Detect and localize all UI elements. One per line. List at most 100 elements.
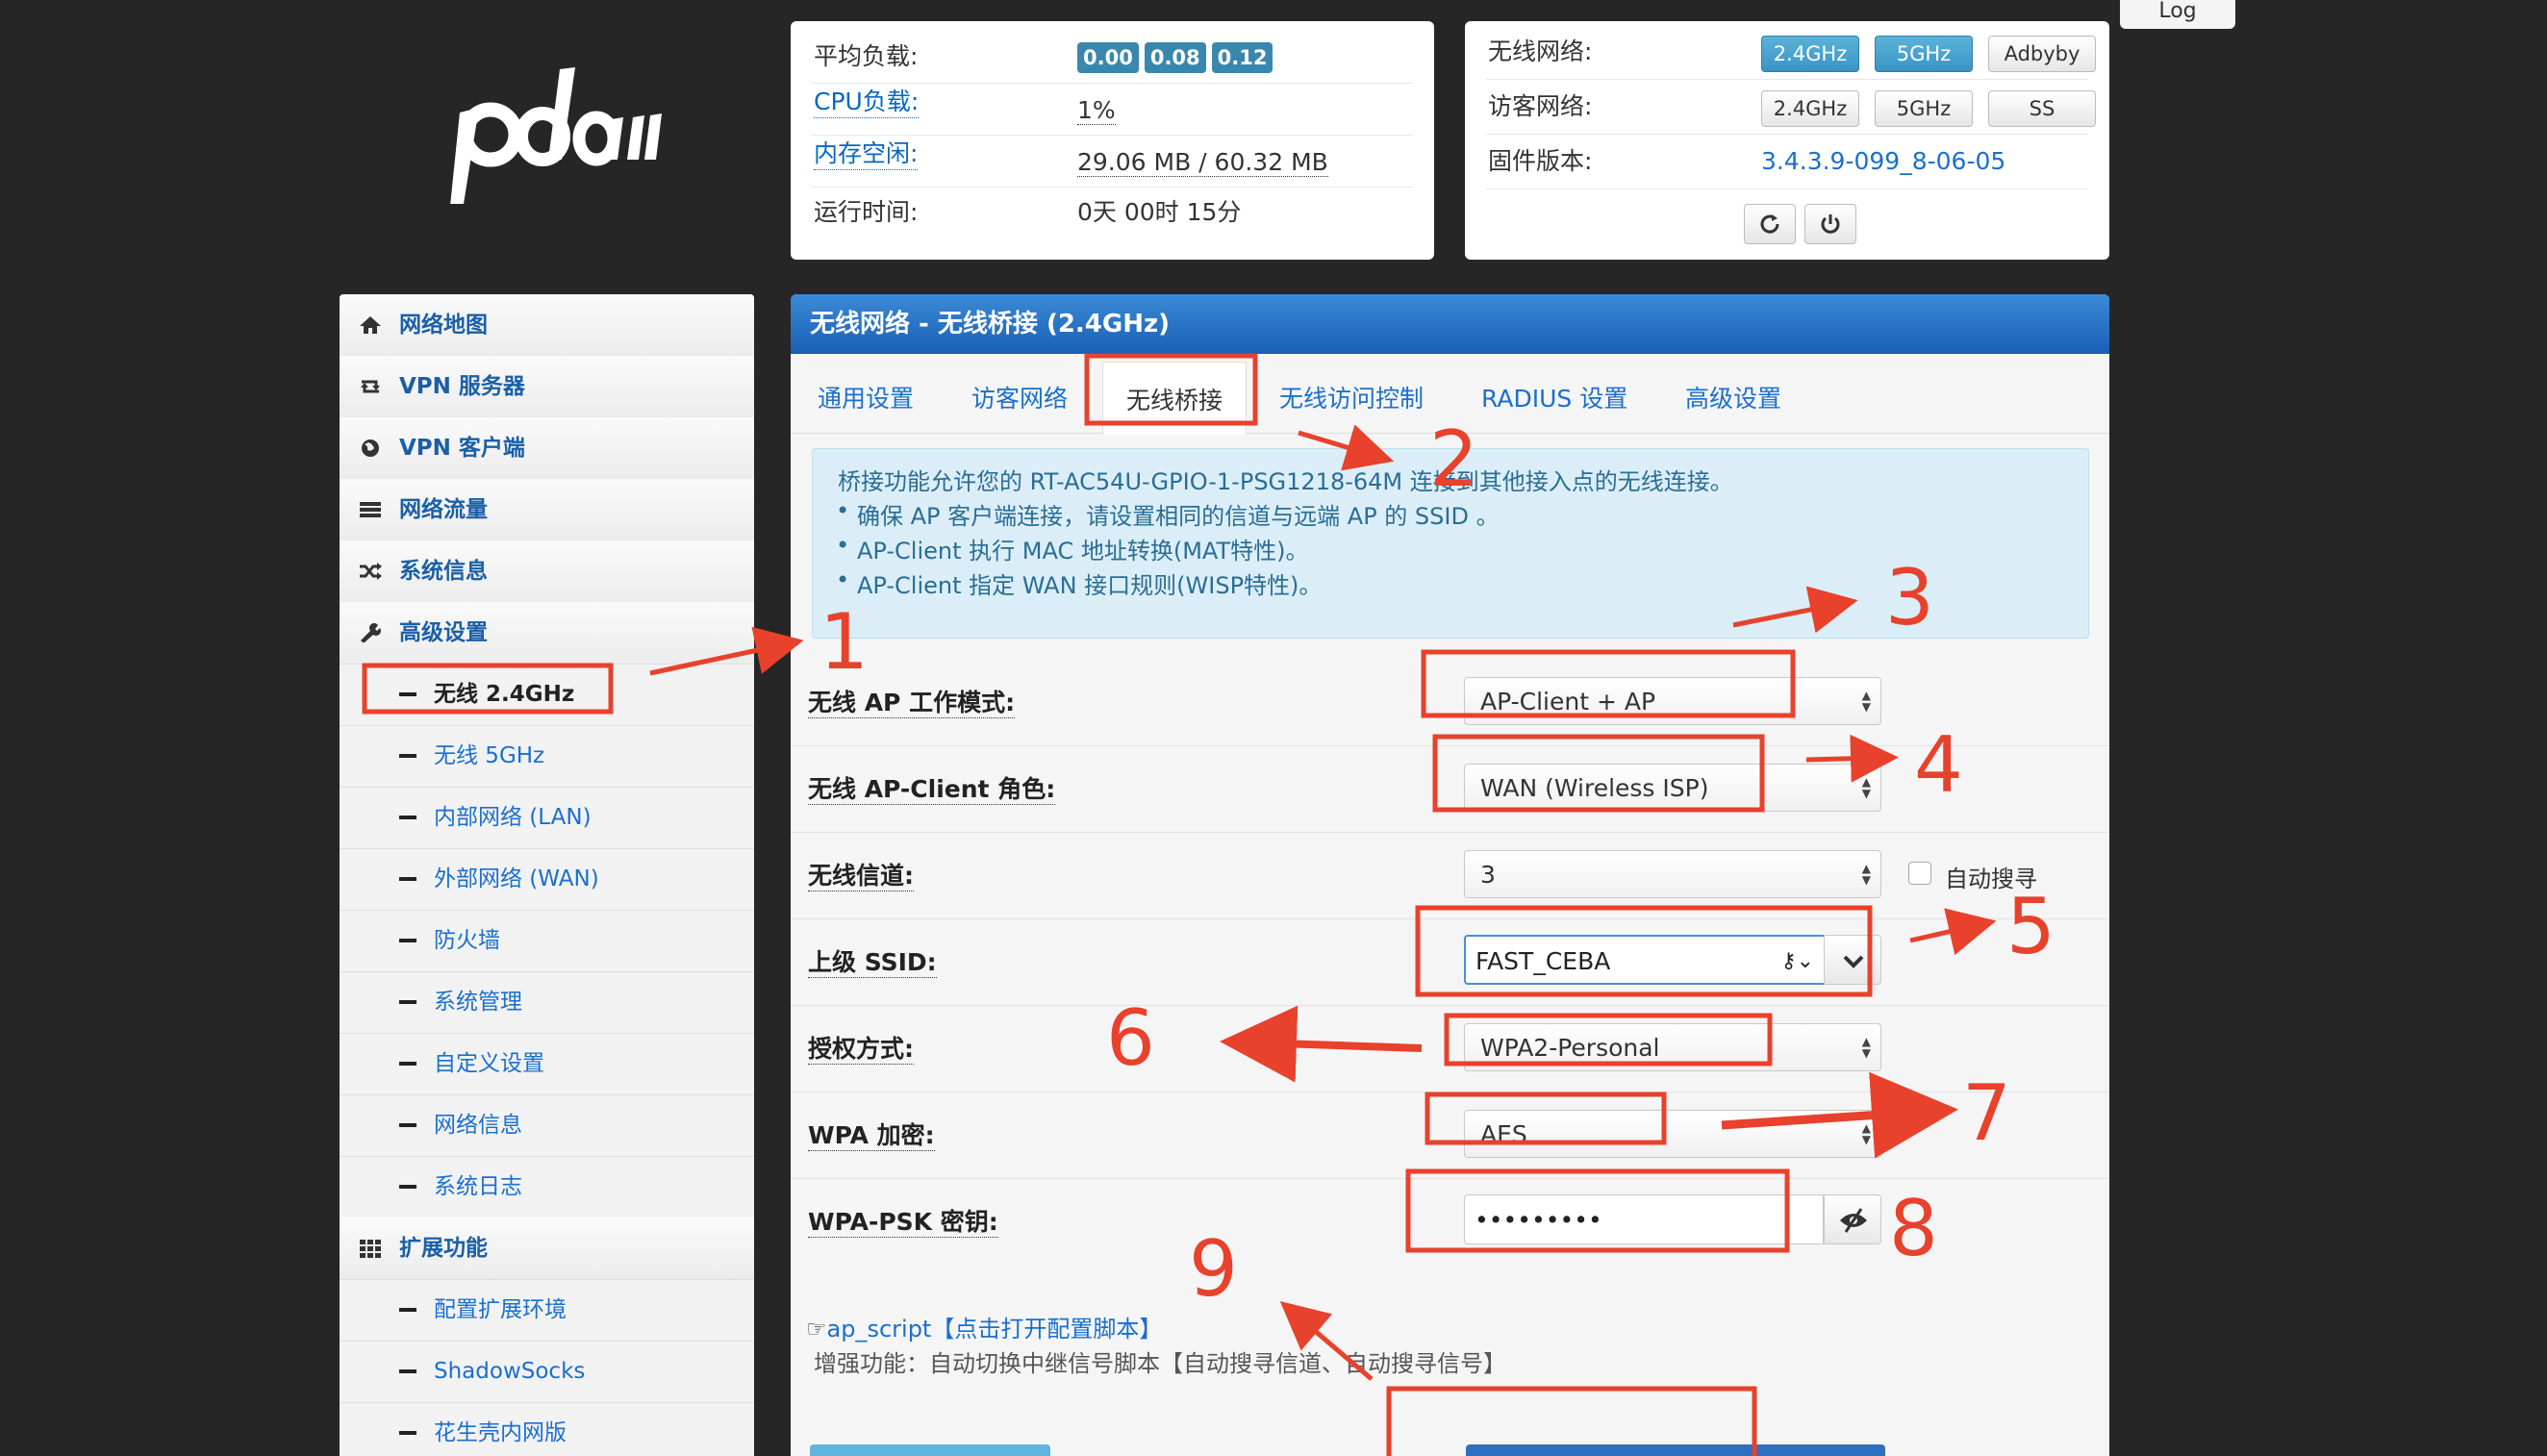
sidebar-item-vpn-server[interactable]: VPN 服务器 xyxy=(340,356,754,418)
retweet-icon xyxy=(361,380,380,393)
shuffle-icon xyxy=(360,563,382,580)
guest-2g-button[interactable]: 2.4GHz xyxy=(1761,90,1859,127)
adbyby-button[interactable]: Adbyby xyxy=(1988,36,2096,72)
auth-select[interactable]: WPA2-Personal ▲ ▼ xyxy=(1464,1023,1881,1071)
sidebar-item-wireless-2g[interactable]: 无线 2.4GHz xyxy=(340,664,754,726)
sidebar-item-advanced[interactable]: 高级设置 xyxy=(340,602,754,665)
memory-label-link[interactable]: 内存空闲: xyxy=(814,135,919,170)
sidebar-item-label: 内部网络 (LAN) xyxy=(434,805,592,830)
sidebar-item-shadowsocks[interactable]: ShadowSocks xyxy=(340,1341,754,1403)
encryption-row: WPA 加密: AES ▲ ▼ xyxy=(791,1092,2109,1179)
log-button[interactable]: Log xyxy=(2120,0,2235,29)
grid-icon xyxy=(360,1240,381,1258)
sidebar-item-label: 配置扩展环境 xyxy=(434,1297,567,1322)
encryption-value: AES xyxy=(1480,1120,1527,1148)
channel-value: 3 xyxy=(1480,861,1496,889)
show-password-button[interactable] xyxy=(1824,1194,1881,1244)
sidebar-item-label: 扩展功能 xyxy=(399,1236,488,1261)
wireless-2g-button[interactable]: 2.4GHz xyxy=(1761,36,1859,72)
sidebar-item-admin[interactable]: 系统管理 xyxy=(340,971,754,1034)
wireless-row: 无线网络: 2.4GHz 5GHz Adbyby xyxy=(1486,25,2096,80)
sidebar-item-label: 网络信息 xyxy=(434,1113,522,1138)
sidebar-item-label: 系统管理 xyxy=(434,990,522,1015)
sidebar-item-lan[interactable]: 内部网络 (LAN) xyxy=(340,787,754,849)
sidebar-item-netinfo[interactable]: 网络信息 xyxy=(340,1094,754,1157)
sidebar-item-ext-env[interactable]: 配置扩展环境 xyxy=(340,1279,754,1342)
load-row: 平均负载: 0.00 0.08 0.12 xyxy=(812,31,1413,84)
sidebar-item-wan[interactable]: 外部网络 (WAN) xyxy=(340,848,754,911)
sidebar-item-traffic[interactable]: 网络流量 xyxy=(340,479,754,541)
sidebar-item-label: 自定义设置 xyxy=(434,1051,544,1076)
mode-row: 无线 AP 工作模式: AP-Client + AP ▲ ▼ xyxy=(791,660,2109,746)
annotation-number: 6 xyxy=(1106,993,1155,1083)
tab-general[interactable]: 通用设置 xyxy=(818,354,914,433)
psk-input[interactable]: ••••••••• xyxy=(1464,1194,1824,1244)
auto-search-checkbox[interactable] xyxy=(1908,862,1931,885)
tab-access-control[interactable]: 无线访问控制 xyxy=(1279,354,1424,433)
apply-button[interactable] xyxy=(1466,1444,1885,1456)
power-button[interactable] xyxy=(1804,204,1856,244)
power-icon xyxy=(1821,214,1840,234)
sidebar-item-label: 系统日志 xyxy=(434,1174,522,1199)
role-row: 无线 AP-Client 角色: WAN (Wireless ISP) ▲ ▼ xyxy=(791,746,2109,833)
ssid-row: 上级 SSID: FAST_CEBA ⚷⌄ xyxy=(791,919,2109,1006)
annotation-number: 4 xyxy=(1914,720,1963,810)
sidebar-item-vpn-client[interactable]: VPN 客户端 xyxy=(340,417,754,480)
auth-label: 授权方式: xyxy=(808,1035,914,1065)
sidebar-item-network-map[interactable]: 网络地图 xyxy=(340,294,754,357)
cancel-button[interactable] xyxy=(810,1444,1050,1456)
ap-script-description: 增强功能：自动切换中继信号脚本【自动搜寻信道、自动搜寻信号】 xyxy=(814,1350,1506,1377)
firmware-label: 固件版本: xyxy=(1488,147,1593,175)
tab-bridge[interactable]: 无线桥接 xyxy=(1102,362,1248,435)
dash-icon xyxy=(399,816,416,819)
uptime-row: 运行时间: 0天 00时 15分 xyxy=(812,187,1413,238)
tab-guest[interactable]: 访客网络 xyxy=(971,354,1068,433)
key-dropdown-icon[interactable]: ⚷⌄ xyxy=(1780,937,1814,987)
cpu-value: 1% xyxy=(1077,96,1116,125)
ap-script-link[interactable]: ☞ap_script【点击打开配置脚本】 xyxy=(806,1310,1162,1343)
sidebar-item-label: 网络流量 xyxy=(399,497,488,522)
sidebar-item-label: VPN 服务器 xyxy=(399,374,525,399)
mode-select[interactable]: AP-Client + AP ▲ ▼ xyxy=(1464,677,1881,725)
annotation-number: 7 xyxy=(1962,1068,2011,1158)
guest-5g-button[interactable]: 5GHz xyxy=(1875,90,1973,127)
sidebar-item-phddns[interactable]: 花生壳内网版 xyxy=(340,1402,754,1456)
firmware-row: 固件版本: 3.4.3.9-099_8-06-05 xyxy=(1486,135,2088,189)
sidebar-item-extensions[interactable]: 扩展功能 xyxy=(340,1218,754,1280)
sidebar-item-firewall[interactable]: 防火墙 xyxy=(340,910,754,972)
annotation-number: 5 xyxy=(2006,882,2055,971)
ssid-dropdown-button[interactable] xyxy=(1824,935,1881,985)
memory-value: 29.06 MB / 60.32 MB xyxy=(1077,148,1328,177)
ap-script-link-text: ap_script【点击打开配置脚本】 xyxy=(826,1316,1163,1343)
wireless-5g-button[interactable]: 5GHz xyxy=(1875,36,1973,72)
dash-icon xyxy=(399,1308,416,1312)
list-icon xyxy=(360,502,381,517)
info-intro: 桥接功能允许您的 RT-AC54U-GPIO-1-PSG1218-64M 连接到… xyxy=(838,468,1733,495)
cpu-label-link[interactable]: CPU负载: xyxy=(814,83,920,118)
load-values: 0.00 0.08 0.12 xyxy=(1077,31,1278,83)
sidebar-item-label: 高级设置 xyxy=(399,620,488,645)
sidebar-item-syslog[interactable]: 系统日志 xyxy=(340,1156,754,1218)
info-bullet: 确保 AP 客户端连接，请设置相同的信道与远端 AP 的 SSID 。 xyxy=(836,497,1500,531)
dash-icon xyxy=(399,1000,416,1004)
ss-button[interactable]: SS xyxy=(1988,90,2096,127)
sidebar-item-system-info[interactable]: 系统信息 xyxy=(340,540,754,603)
encryption-select[interactable]: AES ▲ ▼ xyxy=(1464,1110,1881,1158)
channel-select[interactable]: 3 ▲ ▼ xyxy=(1464,850,1881,898)
tab-advanced[interactable]: 高级设置 xyxy=(1685,354,1781,433)
dash-icon xyxy=(399,692,416,696)
annotation-number: 9 xyxy=(1189,1224,1238,1314)
info-bullet: AP-Client 指定 WAN 接口规则(WISP特性)。 xyxy=(836,566,1322,600)
dash-icon xyxy=(399,1431,416,1435)
dash-icon xyxy=(399,877,416,881)
sidebar-item-wireless-5g[interactable]: 无线 5GHz xyxy=(340,725,754,788)
mode-label: 无线 AP 工作模式: xyxy=(808,689,1016,718)
mode-value: AP-Client + AP xyxy=(1480,688,1656,715)
chevron-down-icon xyxy=(1843,955,1864,968)
tab-radius[interactable]: RADIUS 设置 xyxy=(1481,354,1627,433)
sidebar-item-custom[interactable]: 自定义设置 xyxy=(340,1033,754,1095)
ssid-input[interactable]: FAST_CEBA ⚷⌄ xyxy=(1464,935,1826,985)
role-select[interactable]: WAN (Wireless ISP) ▲ ▼ xyxy=(1464,764,1881,812)
uptime-value: 0天 00时 15分 xyxy=(1077,198,1242,226)
refresh-button[interactable] xyxy=(1744,204,1796,244)
